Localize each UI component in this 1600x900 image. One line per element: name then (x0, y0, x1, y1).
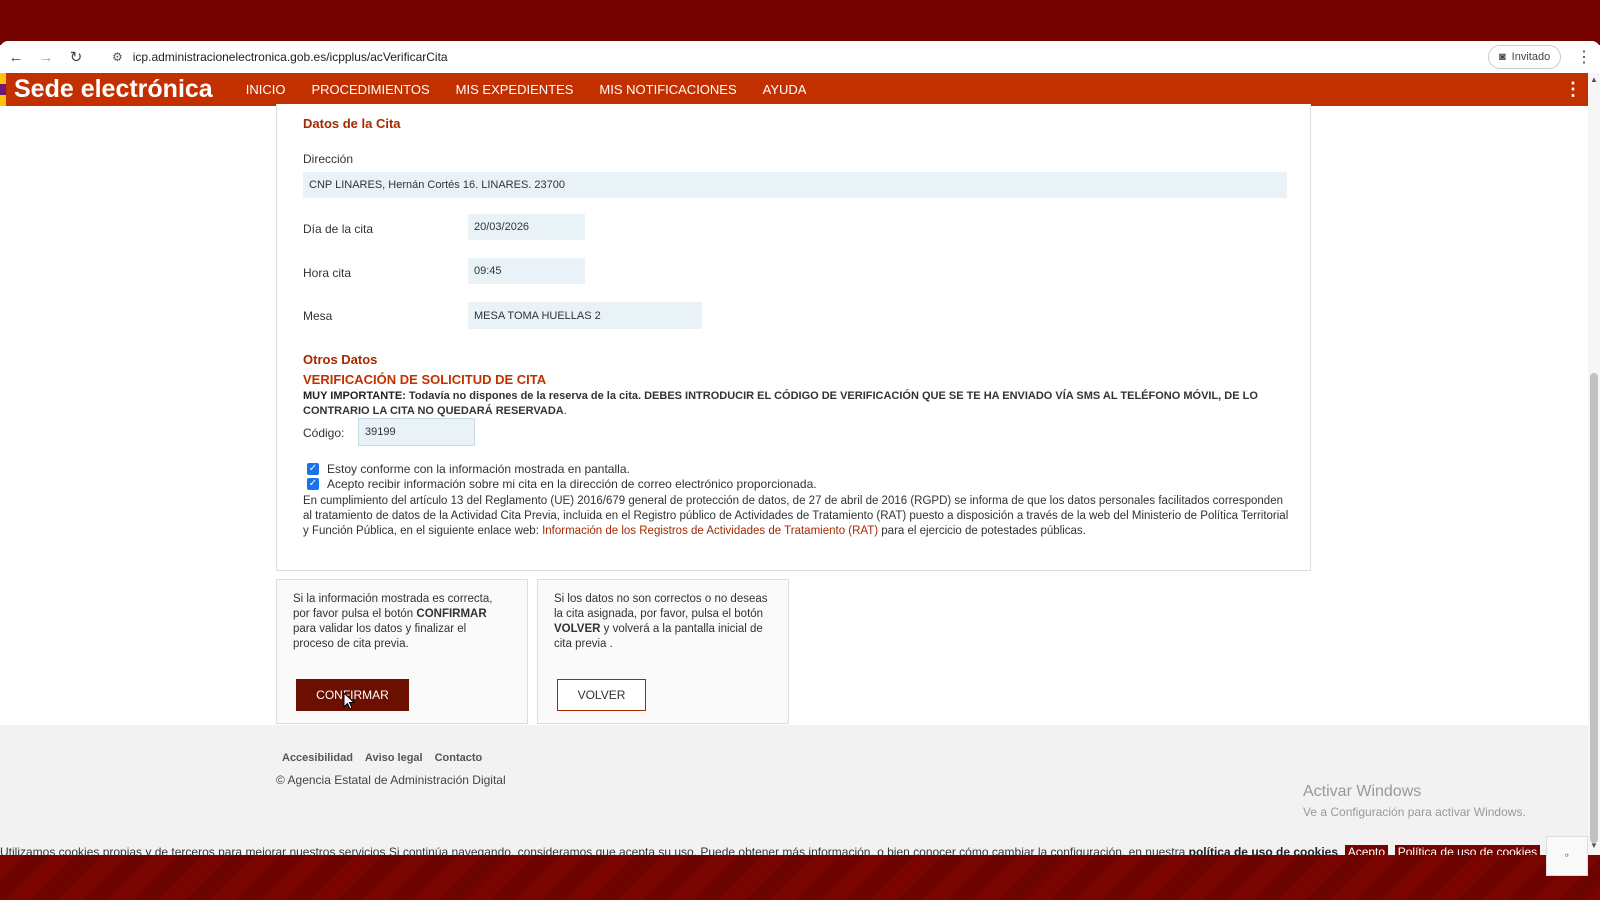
activate-title: Activar Windows (1303, 783, 1422, 800)
url-text: icp.administracionelectronica.gob.es/icp… (132, 50, 448, 64)
profile-button[interactable]: ◙ Invitado (1488, 45, 1562, 69)
back-instructions: Si los datos no son correctos o no desea… (554, 592, 774, 652)
checkbox-email[interactable]: ✓ (307, 478, 319, 490)
important-end: . (563, 405, 567, 417)
nav-mis-expedientes[interactable]: MIS EXPEDIENTES (443, 82, 587, 97)
dia-value: 20/03/2026 (468, 214, 585, 240)
back-button[interactable]: VOLVER (557, 679, 646, 711)
section-title-otros: Otros Datos (303, 352, 378, 367)
footer-links: Accesibilidad Aviso legal Contacto (282, 752, 482, 764)
important-lead: MUY IMPORTANTE: (303, 390, 406, 402)
check-row-conforme: ✓ Estoy conforme con la información most… (307, 462, 630, 476)
codigo-input[interactable]: 39199 (358, 418, 475, 446)
privacy-notice: En cumplimiento del artículo 13 del Regl… (303, 494, 1293, 539)
confirm-text-bold: CONFIRMAR (416, 608, 487, 620)
cookie-text: Utilizamos cookies propias y de terceros… (0, 845, 1189, 855)
logo-strip (0, 73, 6, 106)
direccion-label: Dirección (303, 152, 354, 166)
browser-toolbar: ← → ↻ ⚙ icp.administracionelectronica.go… (0, 41, 1600, 73)
site-info-icon[interactable]: ⚙ (112, 50, 123, 64)
back-text-bold: VOLVER (554, 623, 601, 635)
check-label-email: Acepto recibir información sobre mi cita… (327, 477, 817, 491)
cookie-banner: Utilizamos cookies propias y de terceros… (0, 845, 1548, 855)
nav-mis-notificaciones[interactable]: MIS NOTIFICACIONES (586, 82, 749, 97)
scroll-down-icon[interactable]: ▼ (1590, 841, 1598, 850)
mouse-cursor-icon (343, 692, 355, 710)
more-menu-icon[interactable]: ⋮ (1564, 79, 1582, 100)
check-label-conforme: Estoy conforme con la información mostra… (327, 462, 630, 476)
main-nav: INICIO PROCEDIMIENTOS MIS EXPEDIENTES MI… (233, 82, 820, 97)
site-header: Sede electrónica INICIO PROCEDIMIENTOS M… (0, 73, 1588, 106)
direccion-value: CNP LINARES, Hernán Cortés 16. LINARES. … (303, 172, 1287, 198)
profile-label: Invitado (1511, 51, 1551, 63)
recaptcha-badge-icon[interactable]: ⟳ (1546, 836, 1588, 876)
cookie-policy-button[interactable]: Política de uso de cookies (1394, 845, 1541, 855)
nav-inicio[interactable]: INICIO (233, 82, 299, 97)
mesa-value: MESA TOMA HUELLAS 2 (468, 302, 702, 329)
mesa-label: Mesa (303, 309, 333, 323)
confirm-instructions: Si la información mostrada es correcta, … (293, 592, 508, 652)
footer-link-aviso-legal[interactable]: Aviso legal (365, 752, 423, 764)
address-bar[interactable]: ⚙ icp.administracionelectronica.gob.es/i… (102, 44, 1480, 70)
appointment-card: Datos de la Cita Dirección CNP LINARES, … (276, 104, 1311, 571)
bottom-band (0, 855, 1600, 900)
nav-procedimientos[interactable]: PROCEDIMIENTOS (298, 82, 442, 97)
nav-ayuda[interactable]: AYUDA (750, 82, 820, 97)
top-band (0, 0, 1600, 45)
important-text: Todavía no dispones de la reserva de la … (303, 390, 1258, 417)
footer: Accesibilidad Aviso legal Contacto © Age… (0, 725, 1588, 850)
activate-subtitle: Ve a Configuración para activar Windows. (1303, 805, 1526, 819)
windows-activation-watermark: Activar Windows Ve a Configuración para … (1303, 783, 1526, 819)
back-icon[interactable]: ← (2, 49, 30, 66)
footer-link-accesibilidad[interactable]: Accesibilidad (282, 752, 353, 764)
page-content: Datos de la Cita Dirección CNP LINARES, … (0, 104, 1588, 725)
scrollbar[interactable]: ▲ ▼ (1588, 73, 1600, 855)
section-title-cita: Datos de la Cita (303, 116, 401, 131)
cookie-accept-button[interactable]: Acepto (1344, 845, 1389, 855)
hora-label: Hora cita (303, 266, 352, 280)
scroll-up-icon[interactable]: ▲ (1590, 75, 1598, 84)
privacy-tail: para el ejercicio de potestades públicas… (878, 525, 1086, 537)
confirm-box: Si la información mostrada es correcta, … (276, 579, 528, 724)
reload-icon[interactable]: ↻ (62, 48, 90, 66)
profile-icon: ◙ (1499, 51, 1506, 63)
confirm-text-2: para validar los datos y finalizar el pr… (293, 623, 467, 650)
checkbox-conforme[interactable]: ✓ (307, 463, 319, 475)
back-text-1: Si los datos no son correctos o no desea… (554, 593, 768, 620)
cookie-policy-link[interactable]: política de uso de cookies (1189, 845, 1338, 855)
back-box: Si los datos no son correctos o no desea… (537, 579, 789, 724)
site-title[interactable]: Sede electrónica (14, 75, 213, 104)
hora-value: 09:45 (468, 258, 585, 284)
browser-menu-icon[interactable]: ⋮ (1576, 47, 1592, 67)
important-notice: MUY IMPORTANTE: Todavía no dispones de l… (303, 389, 1293, 419)
codigo-label: Código: (303, 426, 345, 440)
verification-title: VERIFICACIÓN DE SOLICITUD DE CITA (303, 372, 547, 387)
forward-icon[interactable]: → (32, 49, 60, 66)
check-row-email: ✓ Acepto recibir información sobre mi ci… (307, 477, 817, 491)
scroll-thumb[interactable] (1590, 373, 1598, 843)
dia-label: Día de la cita (303, 222, 374, 236)
copyright: © Agencia Estatal de Administración Digi… (276, 773, 506, 787)
footer-link-contacto[interactable]: Contacto (435, 752, 483, 764)
rat-link[interactable]: Información de los Registros de Activida… (542, 525, 878, 537)
